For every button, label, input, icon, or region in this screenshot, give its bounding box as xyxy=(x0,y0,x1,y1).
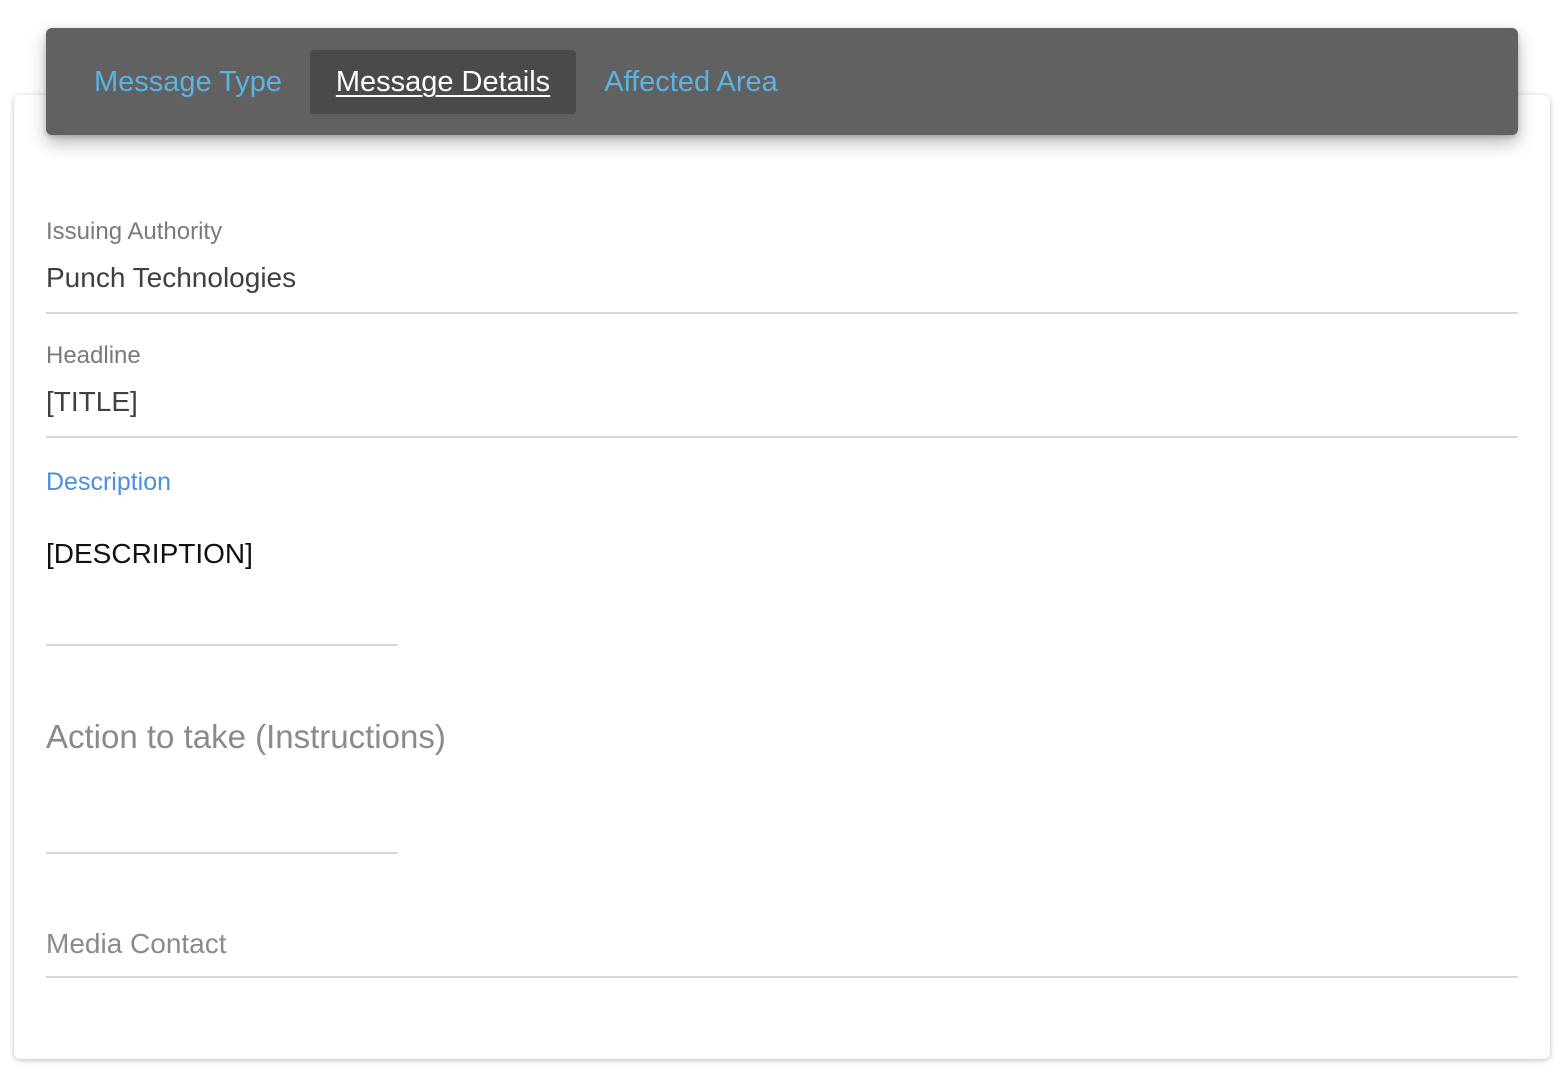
issuing-authority-input[interactable]: Punch Technologies xyxy=(46,262,296,294)
issuing-authority-field[interactable]: Issuing Authority Punch Technologies xyxy=(46,210,1518,316)
tab-affected-area[interactable]: Affected Area xyxy=(576,50,806,114)
media-contact-underline xyxy=(46,976,1518,978)
headline-input[interactable]: [TITLE] xyxy=(46,386,138,418)
tab-message-details[interactable]: Message Details xyxy=(310,50,576,114)
issuing-authority-label: Issuing Authority xyxy=(46,218,223,245)
description-field[interactable]: Description [DESCRIPTION] xyxy=(46,460,398,650)
description-textarea[interactable]: [DESCRIPTION] xyxy=(46,538,253,570)
tab-message-type[interactable]: Message Type xyxy=(68,50,308,114)
media-contact-label: Media Contact xyxy=(46,928,227,959)
instructions-label: Action to take (Instructions) xyxy=(46,718,446,755)
media-contact-field[interactable]: Media Contact xyxy=(46,920,1518,982)
headline-label: Headline xyxy=(46,342,141,369)
wizard-tab-bar: Message Type Message Details Affected Ar… xyxy=(46,28,1518,135)
headline-field[interactable]: Headline [TITLE] xyxy=(46,334,1518,440)
description-underline xyxy=(46,644,398,646)
headline-underline xyxy=(46,436,1518,438)
instructions-field[interactable]: Action to take (Instructions) xyxy=(46,710,446,860)
instructions-underline xyxy=(46,852,398,854)
description-label: Description xyxy=(46,468,172,496)
issuing-authority-underline xyxy=(46,312,1518,314)
